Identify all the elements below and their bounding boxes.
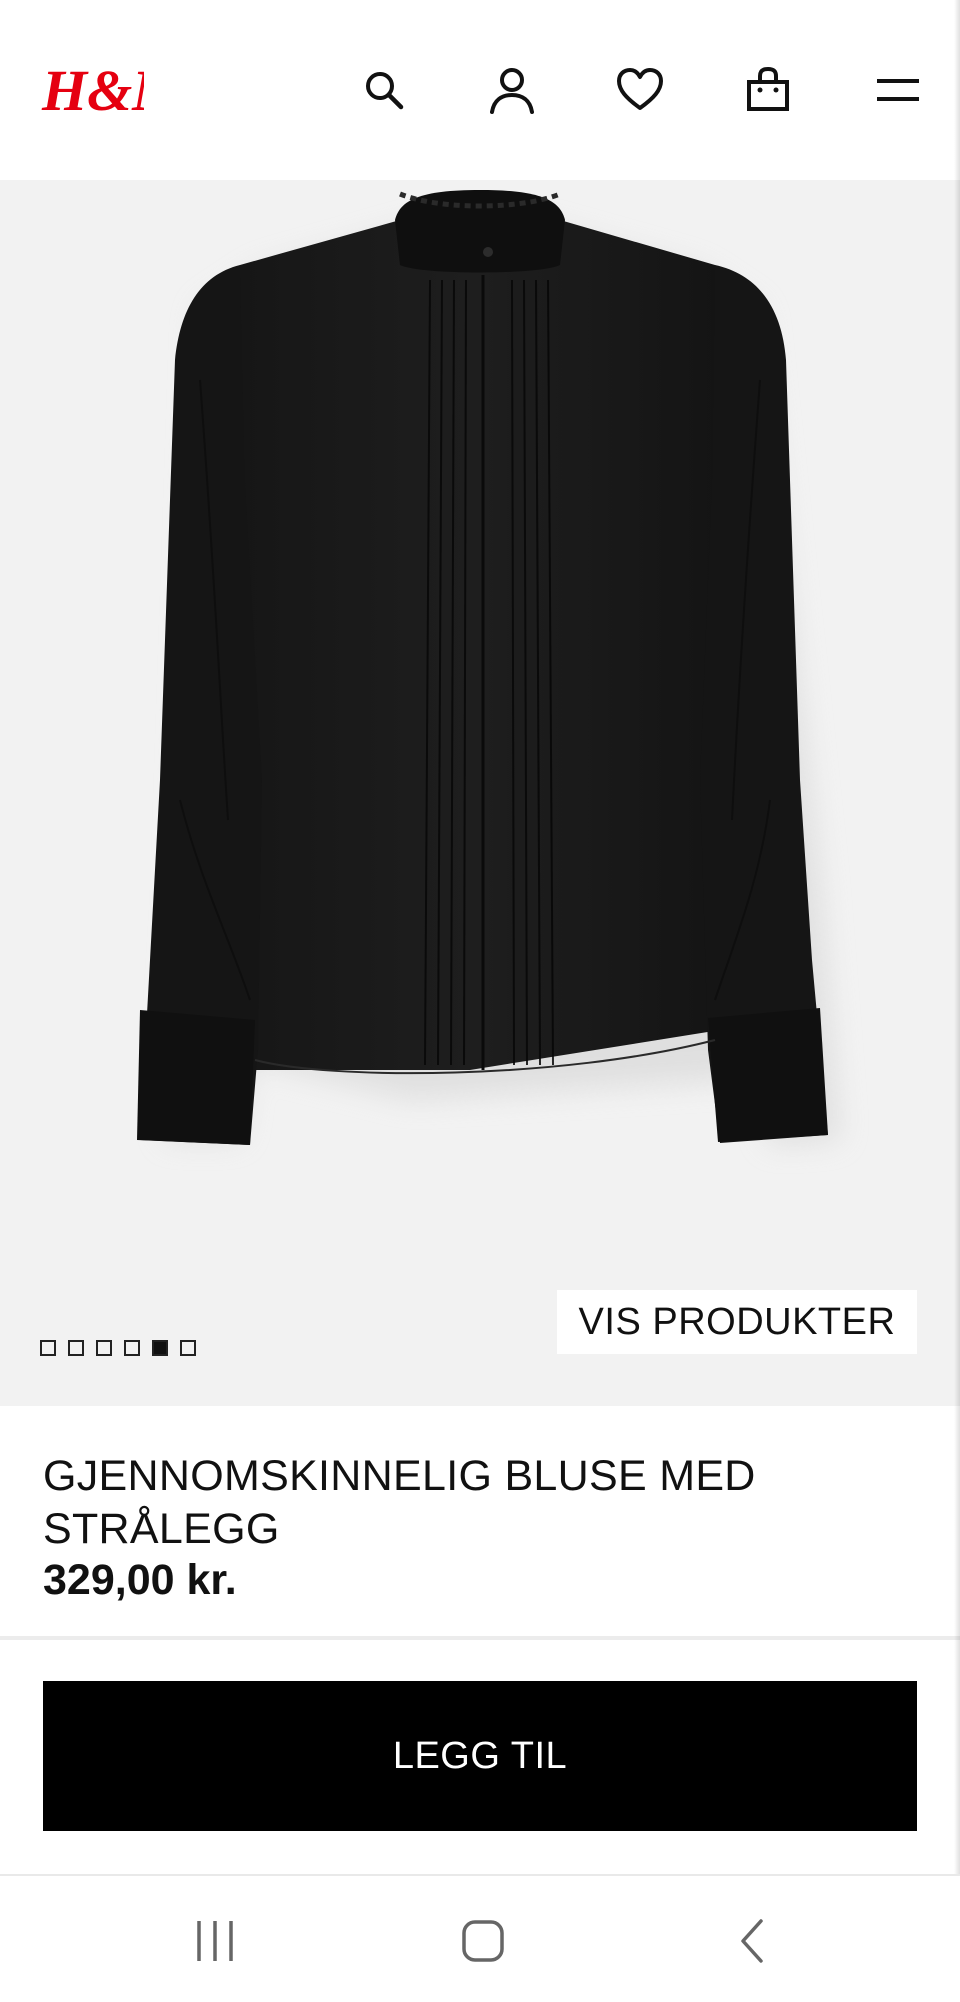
- scroll-edge: [954, 0, 960, 1874]
- add-to-cart-button[interactable]: LEGG TIL: [43, 1681, 917, 1831]
- home-icon[interactable]: [438, 1896, 528, 1986]
- system-nav-bar: [0, 1874, 960, 2002]
- bag-icon[interactable]: [744, 66, 792, 114]
- logo-text: H&M: [41, 58, 144, 123]
- heart-icon[interactable]: [616, 66, 664, 114]
- account-icon[interactable]: [488, 66, 536, 114]
- top-header: H&M: [0, 0, 960, 180]
- gallery-dot-6[interactable]: [180, 1340, 196, 1356]
- product-image-gallery[interactable]: VIS PRODUKTER: [0, 180, 960, 1406]
- hm-logo[interactable]: H&M: [40, 52, 186, 124]
- recent-apps-icon[interactable]: [170, 1896, 260, 1986]
- product-page: H&M: [0, 0, 960, 2002]
- gallery-dot-3[interactable]: [96, 1340, 112, 1356]
- gallery-dot-4[interactable]: [124, 1340, 140, 1356]
- divider: [0, 1636, 960, 1640]
- product-title: GJENNOMSKINNELIG BLUSE MED STRÅLEGG: [43, 1452, 756, 1553]
- product-info: GJENNOMSKINNELIG BLUSE MED STRÅLEGG 329,…: [0, 1406, 960, 1636]
- view-products-button[interactable]: VIS PRODUKTER: [557, 1290, 917, 1354]
- product-image: [137, 190, 840, 1145]
- search-icon[interactable]: [360, 66, 408, 114]
- gallery-pagination: [40, 1340, 196, 1356]
- back-icon[interactable]: [708, 1896, 798, 1986]
- gallery-dot-2[interactable]: [68, 1340, 84, 1356]
- product-price: 329,00 kr.: [43, 1556, 237, 1604]
- gallery-dot-1[interactable]: [40, 1340, 56, 1356]
- gallery-dot-5[interactable]: [152, 1340, 168, 1356]
- menu-icon[interactable]: [872, 66, 924, 114]
